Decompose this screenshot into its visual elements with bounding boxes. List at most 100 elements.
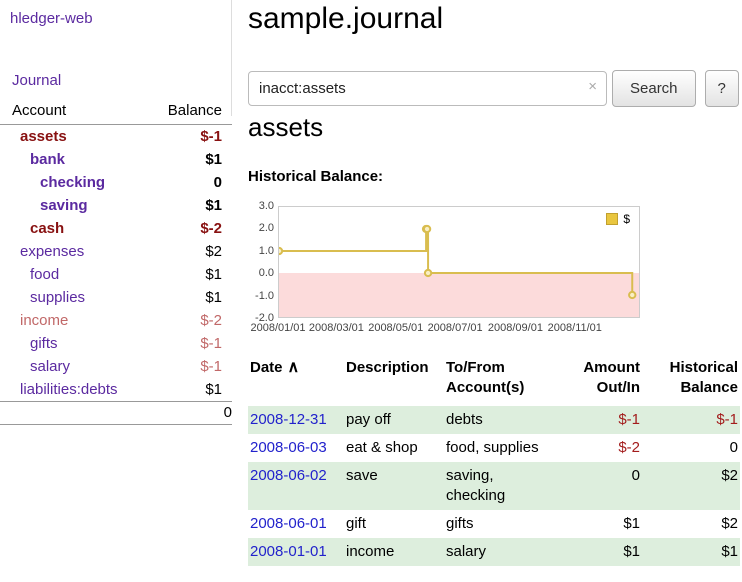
register-description: save [344, 462, 444, 510]
account-heading: assets [248, 112, 323, 143]
x-axis-label: 2008/09/01 [488, 322, 543, 334]
register-row: 2008-12-31pay offdebts$-1$-1 [248, 406, 740, 434]
sidebar-account-link[interactable]: salary [30, 358, 70, 375]
x-axis-label: 2008/11/01 [548, 322, 602, 334]
account-row: cash $-2 [0, 217, 232, 240]
account-name-cell: checking [0, 171, 150, 194]
y-axis-label: 2.0 [248, 221, 274, 235]
account-balance: $-1 [150, 332, 232, 355]
search-input[interactable] [248, 71, 607, 106]
sidebar-account-link[interactable]: expenses [20, 243, 84, 260]
register-body: 2008-12-31pay offdebts$-1$-12008-06-03ea… [248, 406, 740, 566]
register-accounts: saving, checking [444, 462, 556, 510]
app-title-link[interactable]: hledger-web [10, 10, 93, 27]
register-date-link[interactable]: 2008-12-31 [250, 411, 327, 428]
sidebar-account-link[interactable]: bank [30, 151, 65, 168]
register-date-link[interactable]: 2008-06-02 [250, 467, 327, 484]
register-date-link[interactable]: 2008-01-01 [250, 543, 327, 560]
x-axis-label: 2008/07/01 [428, 322, 483, 334]
register-header-balance-line2: Balance [680, 379, 738, 396]
account-balance: $-2 [150, 217, 232, 240]
register-row: 2008-01-01incomesalary$1$1 [248, 538, 740, 566]
account-balance: $1 [150, 148, 232, 171]
y-axis-label: -1.0 [248, 289, 274, 303]
register-amount: $-2 [556, 434, 642, 462]
balance-chart: 3.02.01.00.0-1.0-2.0 $ 2008/01/012008/03… [248, 198, 742, 340]
register-row: 2008-06-01giftgifts$1$2 [248, 510, 740, 538]
register-accounts: food, supplies [444, 434, 556, 462]
hledger-web-app: hledger-web Journal Account Balance asse… [0, 0, 742, 582]
register-header-date-label: Date [250, 359, 283, 376]
sidebar-account-link[interactable]: saving [40, 197, 88, 214]
sidebar-account-link[interactable]: supplies [30, 289, 85, 306]
help-button[interactable]: ? [705, 70, 739, 107]
account-name-cell: saving [0, 194, 150, 217]
x-axis: 2008/01/012008/03/012008/05/012008/07/01… [248, 322, 742, 336]
chart-plot-area: $ [278, 206, 640, 318]
legend-label: $ [623, 212, 630, 226]
account-row: bank $1 [0, 148, 232, 171]
search-bar: × Search ? [248, 69, 742, 107]
sidebar-item-journal[interactable]: Journal [12, 72, 61, 89]
register-description: income [344, 538, 444, 566]
sidebar-account-link[interactable]: assets [20, 128, 67, 145]
register-header-balance: Historical Balance [642, 356, 740, 406]
y-axis: 3.02.01.00.0-1.0-2.0 [248, 198, 274, 340]
y-axis-label: 3.0 [248, 199, 274, 213]
sidebar-account-link[interactable]: food [30, 266, 59, 283]
register-accounts: debts [444, 406, 556, 434]
sidebar-account-link[interactable]: checking [40, 174, 105, 191]
sidebar-account-link[interactable]: cash [30, 220, 64, 237]
register-date-link[interactable]: 2008-06-03 [250, 439, 327, 456]
register-header-date[interactable]: Date∧ [248, 356, 344, 406]
y-axis-label: 1.0 [248, 244, 274, 258]
account-name-cell: liabilities:debts [0, 378, 150, 402]
register-amount: $-1 [556, 406, 642, 434]
register-header-amount-line1: Amount [583, 359, 640, 376]
sidebar-account-link[interactable]: income [20, 312, 68, 329]
x-axis-label: 2008/03/01 [309, 322, 364, 334]
main-content: sample.journal × Search ? assets Histori… [248, 0, 742, 582]
register-accounts: salary [444, 538, 556, 566]
account-balance: $1 [150, 194, 232, 217]
account-balance: $1 [150, 378, 232, 402]
account-row: supplies $1 [0, 286, 232, 309]
account-name-cell: assets [0, 125, 150, 149]
chart-data-point [629, 292, 635, 298]
account-row: assets$-1 [0, 125, 232, 149]
chart-data-point [425, 270, 431, 276]
accounts-header-account: Account [0, 100, 150, 125]
register-amount: $1 [556, 538, 642, 566]
account-row: checking 0 [0, 171, 232, 194]
register-date-cell: 2008-06-02 [248, 462, 344, 510]
register-amount: 0 [556, 462, 642, 510]
register-header-accounts-line2: Account(s) [446, 379, 524, 396]
account-row: income$-2 [0, 309, 232, 332]
register-amount: $1 [556, 510, 642, 538]
accounts-total-row: 0 [0, 402, 232, 425]
account-row: salary$-1 [0, 355, 232, 378]
register-description: pay off [344, 406, 444, 434]
account-name-cell: bank [0, 148, 150, 171]
account-balance: $1 [150, 286, 232, 309]
accounts-header-row: Account Balance [0, 100, 232, 125]
search-button[interactable]: Search [612, 70, 696, 107]
y-axis-label: 0.0 [248, 266, 274, 280]
account-row: food$1 [0, 263, 232, 286]
sidebar-account-link[interactable]: gifts [30, 335, 58, 352]
register-date-link[interactable]: 2008-06-01 [250, 515, 327, 532]
register-description: gift [344, 510, 444, 538]
account-name-cell: food [0, 263, 150, 286]
register-description: eat & shop [344, 434, 444, 462]
register-row: 2008-06-03eat & shopfood, supplies$-20 [248, 434, 740, 462]
account-balance: 0 [150, 171, 232, 194]
chart-data-point [424, 226, 430, 232]
account-name-cell: income [0, 309, 150, 332]
clear-search-icon[interactable]: × [588, 79, 597, 95]
x-axis-label: 2008/01/01 [250, 322, 305, 334]
sidebar-account-link[interactable]: liabilities:debts [20, 381, 118, 398]
accounts-total-balance: 0 [150, 402, 232, 425]
register-header-amount: Amount Out/In [556, 356, 642, 406]
account-name-cell: supplies [0, 286, 150, 309]
register-date-cell: 2008-06-01 [248, 510, 344, 538]
